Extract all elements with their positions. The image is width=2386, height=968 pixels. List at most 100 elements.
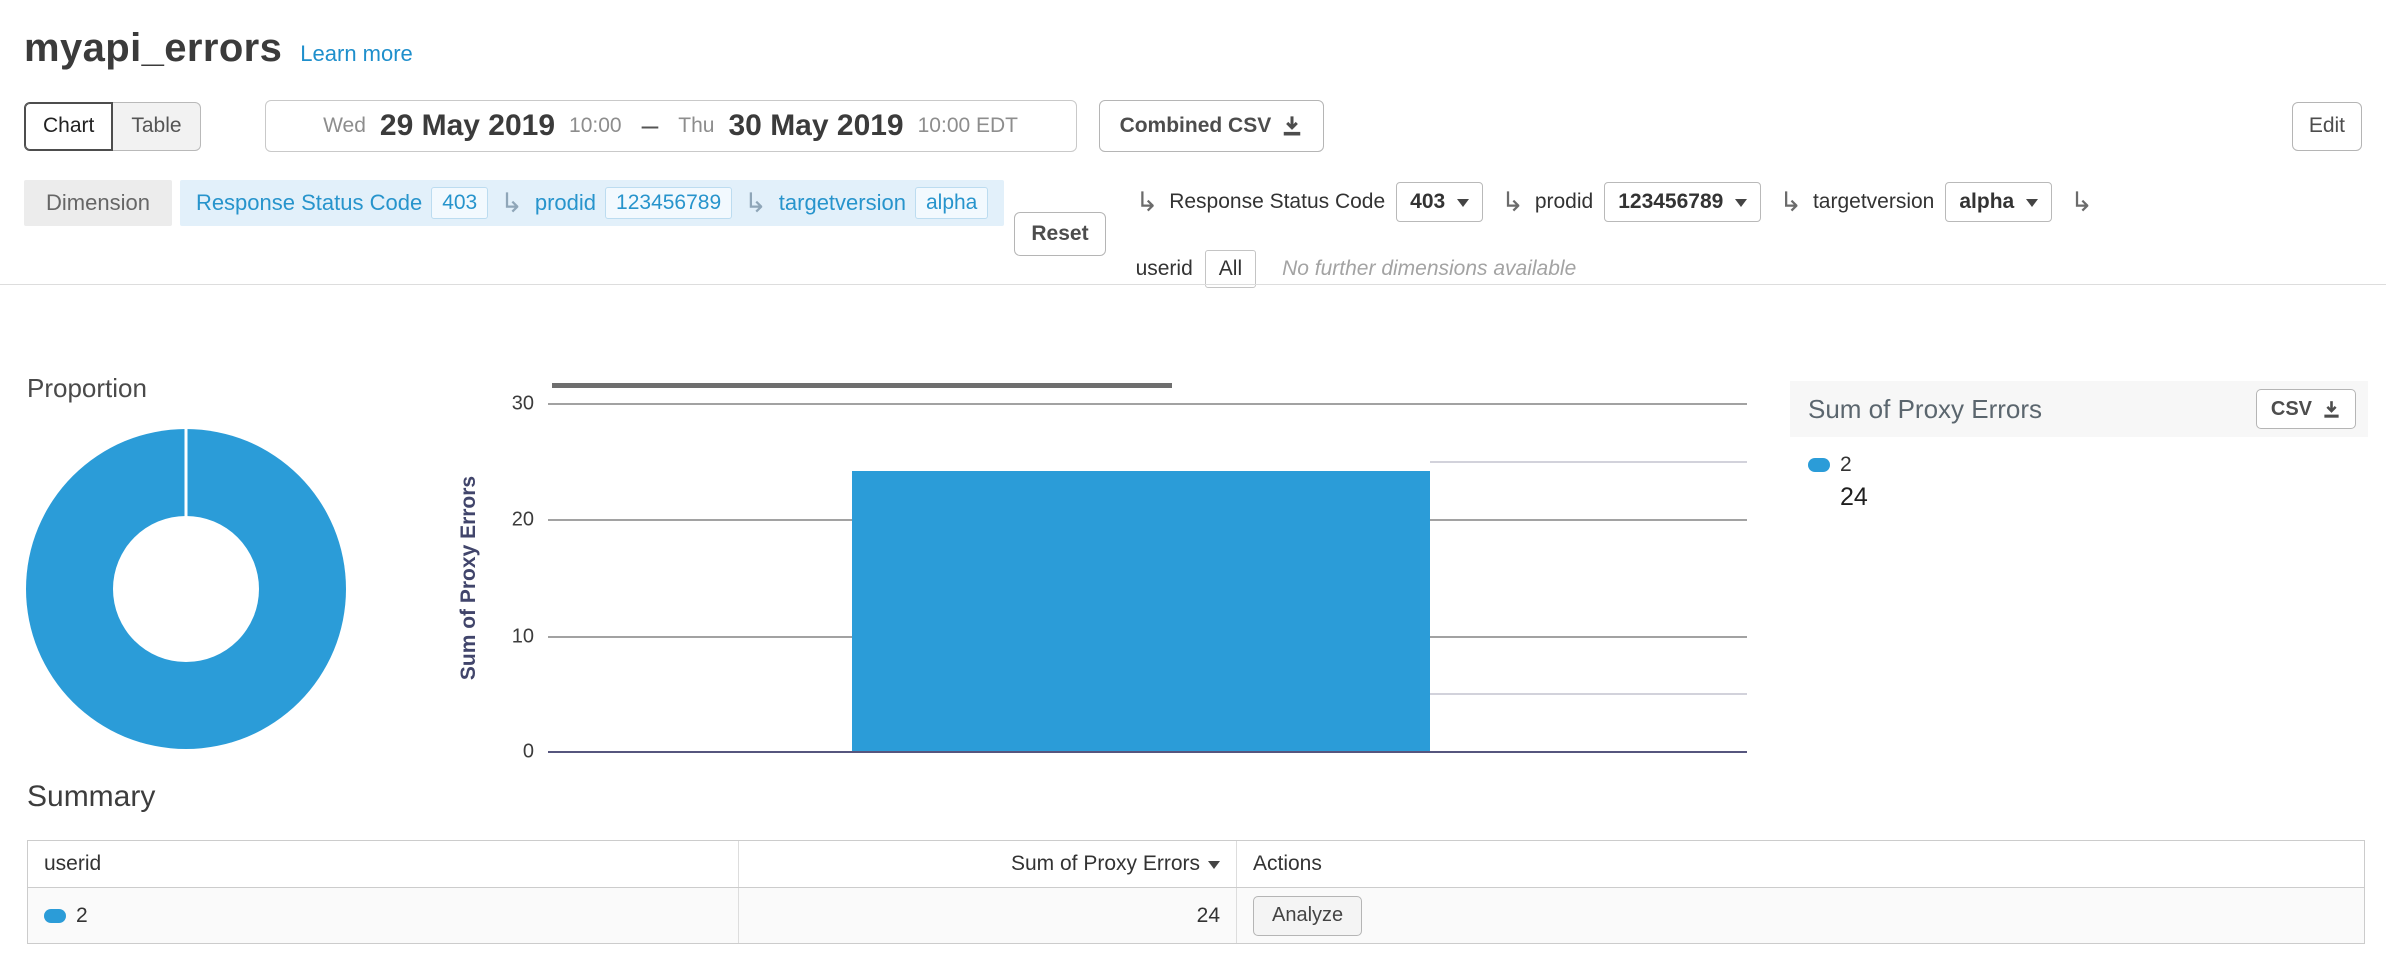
breadcrumb-targetversion[interactable]: targetversion alpha xyxy=(779,187,989,219)
drilldown-arrow-icon: ↳ xyxy=(500,190,523,217)
actions-cell: Analyze xyxy=(1237,888,2364,943)
drilldown-userid: userid All xyxy=(1136,250,1257,288)
column-header-sum-proxy-errors[interactable]: Sum of Proxy Errors xyxy=(739,841,1237,887)
analyze-button[interactable]: Analyze xyxy=(1253,896,1362,936)
edit-button[interactable]: Edit xyxy=(2292,102,2362,151)
legend-item-value: 24 xyxy=(1840,483,2368,512)
drilldown-select-prodid[interactable]: 123456789 xyxy=(1604,182,1761,222)
column-header-userid: userid xyxy=(28,841,739,887)
proportion-label: Proportion xyxy=(27,373,147,404)
summary-section: Summary userid Sum of Proxy Errors Actio… xyxy=(27,780,2365,944)
legend-title: Sum of Proxy Errors xyxy=(1808,394,2042,425)
table-row: 2 24 Analyze xyxy=(28,888,2364,943)
download-icon xyxy=(2322,400,2341,419)
breadcrumb-prodid[interactable]: prodid 123456789 xyxy=(535,187,732,219)
sum-cell: 24 xyxy=(739,888,1237,943)
drilldown-arrow-icon: ↳ xyxy=(1136,189,1159,216)
legend-item[interactable]: 2 xyxy=(1808,453,2368,477)
column-header-label: Sum of Proxy Errors xyxy=(1011,852,1200,876)
csv-button[interactable]: CSV xyxy=(2256,389,2356,429)
report-toolbar: Chart Table Wed 29 May 2019 10:00 – Thu … xyxy=(24,99,2362,153)
breadcrumb-name: prodid xyxy=(535,190,596,216)
drilldown-label: userid xyxy=(1136,257,1193,281)
y-tick-20: 20 xyxy=(472,509,534,532)
chevron-down-icon xyxy=(2026,199,2038,213)
y-tick-0: 0 xyxy=(472,741,534,764)
drilldown-arrow-icon: ↳ xyxy=(1779,189,1802,216)
drilldown-prodid: ↳ prodid 123456789 xyxy=(1501,182,1761,222)
drilldown-select-targetversion[interactable]: alpha xyxy=(1945,182,2052,222)
drilldown-arrow-icon: ↳ xyxy=(1501,189,1524,216)
no-more-dimensions-note: No further dimensions available xyxy=(1282,257,1576,281)
start-time: 10:00 xyxy=(569,114,622,138)
breadcrumb-response-status-code[interactable]: Response Status Code 403 xyxy=(196,187,488,219)
proportion-donut-chart[interactable] xyxy=(26,429,346,749)
time-brush[interactable] xyxy=(552,383,1172,388)
legend-item-label: 2 xyxy=(1840,453,1852,477)
date-range-separator: – xyxy=(642,109,659,143)
combined-csv-label: Combined CSV xyxy=(1120,114,1272,138)
breadcrumb-value: 123456789 xyxy=(605,187,732,219)
dimension-bar: Dimension Response Status Code 403 ↳ pro… xyxy=(24,180,2362,288)
download-icon xyxy=(1281,115,1303,137)
y-axis-label: Sum of Proxy Errors xyxy=(457,476,481,680)
userid-value: 2 xyxy=(76,904,88,928)
end-date: 30 May 2019 xyxy=(728,109,903,143)
drilldown-select-response-status-code[interactable]: 403 xyxy=(1396,182,1483,222)
dimension-label: Dimension xyxy=(24,180,172,226)
drilldown-controls: ↳ Response Status Code 403 ↳ prodid 1234… xyxy=(1136,180,2362,288)
bar-sum-proxy-errors[interactable] xyxy=(852,471,1430,751)
reset-button[interactable]: Reset xyxy=(1014,212,1105,256)
end-day: Thu xyxy=(678,114,714,138)
date-range-picker[interactable]: Wed 29 May 2019 10:00 – Thu 30 May 2019 … xyxy=(265,100,1077,152)
page-title: myapi_errors xyxy=(24,26,282,71)
userid-cell: 2 xyxy=(28,888,739,943)
analytics-report-page: myapi_errors Learn more Chart Table Wed … xyxy=(0,0,2386,968)
end-time: 10:00 EDT xyxy=(918,114,1018,138)
drilldown-arrow-icon: ↳ xyxy=(744,190,767,217)
drilldown-response-status-code: ↳ Response Status Code 403 xyxy=(1136,182,1484,222)
drilldown-targetversion: ↳ targetversion alpha xyxy=(1779,182,2052,222)
view-toggle: Chart Table xyxy=(24,102,201,151)
axis-baseline xyxy=(548,751,1747,753)
chart-legend-panel: Sum of Proxy Errors CSV 2 24 xyxy=(1790,381,2368,512)
legend-header: Sum of Proxy Errors CSV xyxy=(1790,381,2368,437)
y-tick-10: 10 xyxy=(472,626,534,649)
sort-descending-icon xyxy=(1208,861,1220,875)
column-header-actions: Actions xyxy=(1237,841,2364,887)
chevron-down-icon xyxy=(1735,199,1747,213)
csv-label: CSV xyxy=(2271,398,2312,421)
drilldown-label: prodid xyxy=(1535,190,1593,214)
userid-all-chip[interactable]: All xyxy=(1205,250,1256,288)
drilldown-arrow-icon: ↳ xyxy=(2070,189,2093,216)
drilldown-label: targetversion xyxy=(1813,190,1934,214)
learn-more-link[interactable]: Learn more xyxy=(300,41,413,67)
drilldown-selected-value: 403 xyxy=(1410,190,1445,214)
legend-swatch xyxy=(1808,458,1830,472)
minor-gridline-25 xyxy=(1430,461,1747,463)
drilldown-label: Response Status Code xyxy=(1169,190,1385,214)
drilldown-selected-value: 123456789 xyxy=(1618,190,1723,214)
drilldown-selected-value: alpha xyxy=(1959,190,2014,214)
breadcrumb-name: targetversion xyxy=(779,190,906,216)
combined-csv-button[interactable]: Combined CSV xyxy=(1099,100,1325,152)
chart-view-button[interactable]: Chart xyxy=(24,102,113,151)
gridline-30 xyxy=(548,403,1747,405)
charts-section: Proportion 30 20 10 0 Sum of Proxy Error… xyxy=(0,285,2386,777)
breadcrumb-name: Response Status Code xyxy=(196,190,422,216)
bar-chart: 30 20 10 0 Sum of Proxy Errors xyxy=(548,403,1747,753)
series-swatch xyxy=(44,909,66,923)
minor-gridline-5 xyxy=(1430,693,1747,695)
table-view-button[interactable]: Table xyxy=(113,102,200,151)
summary-title: Summary xyxy=(27,780,2365,814)
breadcrumb-value: alpha xyxy=(915,187,988,219)
dimension-breadcrumb-strip: Response Status Code 403 ↳ prodid 123456… xyxy=(180,180,1004,226)
y-tick-30: 30 xyxy=(472,393,534,416)
start-date: 29 May 2019 xyxy=(380,109,555,143)
summary-table: userid Sum of Proxy Errors Actions 2 24 … xyxy=(27,840,2365,944)
report-header: myapi_errors Learn more xyxy=(24,26,413,71)
breadcrumb-value: 403 xyxy=(431,187,488,219)
start-day: Wed xyxy=(323,114,366,138)
chevron-down-icon xyxy=(1457,199,1469,213)
summary-table-header: userid Sum of Proxy Errors Actions xyxy=(28,841,2364,888)
